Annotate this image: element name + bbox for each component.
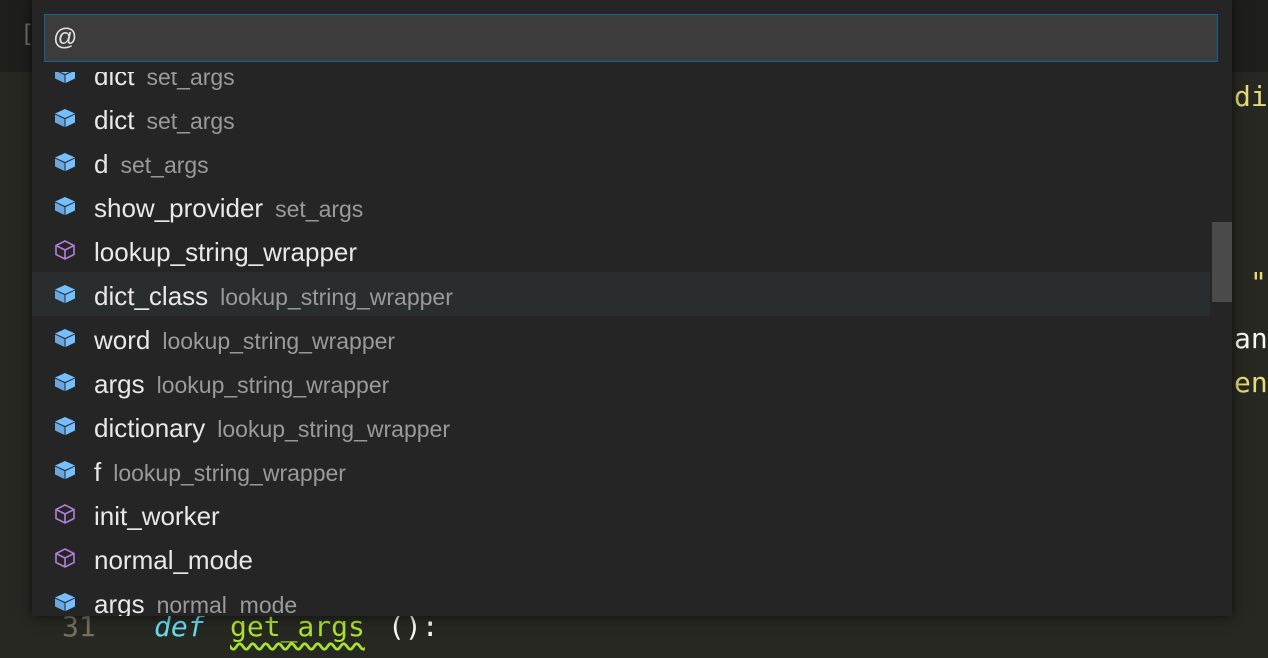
symbol-container-name: set_args — [275, 196, 364, 222]
symbol-container-name: set_args — [146, 108, 235, 134]
symbol-list-item[interactable]: dictionary lookup_string_wrapper — [32, 404, 1210, 448]
symbol-text: dict_class lookup_string_wrapper — [94, 281, 453, 312]
variable-icon — [54, 328, 76, 348]
symbol-name: args — [94, 369, 145, 399]
symbol-text: dict set_args — [94, 72, 235, 92]
method-icon — [54, 504, 76, 524]
variable-icon — [54, 284, 76, 304]
symbol-name: init_worker — [94, 501, 220, 531]
symbol-list-item[interactable]: init_worker — [32, 492, 1210, 536]
symbol-list-item[interactable]: normal_mode — [32, 536, 1210, 580]
symbol-name: dict — [94, 105, 135, 135]
symbol-text: f lookup_string_wrapper — [94, 457, 346, 488]
symbol-list-item[interactable]: f lookup_string_wrapper — [32, 448, 1210, 492]
code-fragment: " — [1250, 266, 1267, 299]
symbol-list: dict set_args dict set_args d set_args show_pr… — [32, 72, 1232, 616]
symbol-text: d set_args — [94, 149, 209, 180]
symbol-text: args lookup_string_wrapper — [94, 369, 389, 400]
symbol-text: normal_mode — [94, 545, 265, 576]
variable-icon — [54, 72, 76, 84]
symbol-name: lookup_string_wrapper — [94, 237, 358, 267]
variable-icon — [54, 416, 76, 436]
symbol-text: show_provider set_args — [94, 193, 363, 224]
symbol-list-item[interactable]: args normal_mode — [32, 580, 1210, 616]
symbol-list-item[interactable]: dict_class lookup_string_wrapper — [32, 272, 1210, 316]
symbol-name: dict — [94, 72, 135, 91]
symbol-container-name: set_args — [120, 152, 209, 178]
symbol-list-item[interactable]: args lookup_string_wrapper — [32, 360, 1210, 404]
symbol-name: f — [94, 457, 102, 487]
symbol-container-name: lookup_string_wrapper — [220, 284, 453, 310]
symbol-text: dictionary lookup_string_wrapper — [94, 413, 450, 444]
symbol-list-item[interactable]: lookup_string_wrapper — [32, 228, 1210, 272]
symbol-text: word lookup_string_wrapper — [94, 325, 395, 356]
symbol-container-name: lookup_string_wrapper — [113, 460, 346, 486]
symbol-container-name: set_args — [146, 72, 235, 90]
variable-icon — [54, 196, 76, 216]
code-fragment: an — [1234, 322, 1268, 355]
symbol-name: word — [94, 325, 151, 355]
symbol-container-name: lookup_string_wrapper — [217, 416, 450, 442]
symbol-container-name: lookup_string_wrapper — [156, 372, 390, 398]
symbol-list-item[interactable]: show_provider set_args — [32, 184, 1210, 228]
variable-icon — [54, 372, 76, 392]
symbol-text: dict set_args — [94, 105, 235, 136]
symbol-name: normal_mode — [94, 545, 253, 575]
variable-icon — [54, 460, 76, 480]
symbol-list-item[interactable]: dict set_args — [32, 72, 1210, 96]
variable-icon — [54, 592, 76, 612]
symbol-list-item[interactable]: word lookup_string_wrapper — [32, 316, 1210, 360]
variable-icon — [54, 108, 76, 128]
symbol-text: init_worker — [94, 501, 232, 532]
method-icon — [54, 548, 76, 568]
symbol-container-name: lookup_string_wrapper — [162, 328, 396, 354]
symbol-list-item[interactable]: dict set_args — [32, 96, 1210, 140]
symbol-name: dictionary — [94, 413, 206, 443]
variable-icon — [54, 152, 76, 172]
symbol-name: d — [94, 149, 109, 179]
symbol-text: args normal_mode — [94, 589, 297, 616]
symbol-container-name: normal_mode — [156, 592, 298, 616]
symbol-search-input[interactable] — [44, 14, 1218, 62]
symbol-list-item[interactable]: d set_args — [32, 140, 1210, 184]
symbol-text: lookup_string_wrapper — [94, 237, 369, 268]
code-fragment: di — [1234, 80, 1268, 113]
list-scrollbar[interactable] — [1212, 72, 1232, 616]
scrollbar-thumb[interactable] — [1212, 222, 1232, 302]
quick-open-symbol-picker: dictset_argsdictset_argsdset_argsshow_pr… — [32, 0, 1232, 616]
symbol-name: args — [94, 589, 145, 616]
method-icon — [54, 240, 76, 260]
code-fragment: en — [1234, 366, 1268, 399]
symbol-name: dict_class — [94, 281, 209, 311]
symbol-name: show_provider — [94, 193, 264, 223]
